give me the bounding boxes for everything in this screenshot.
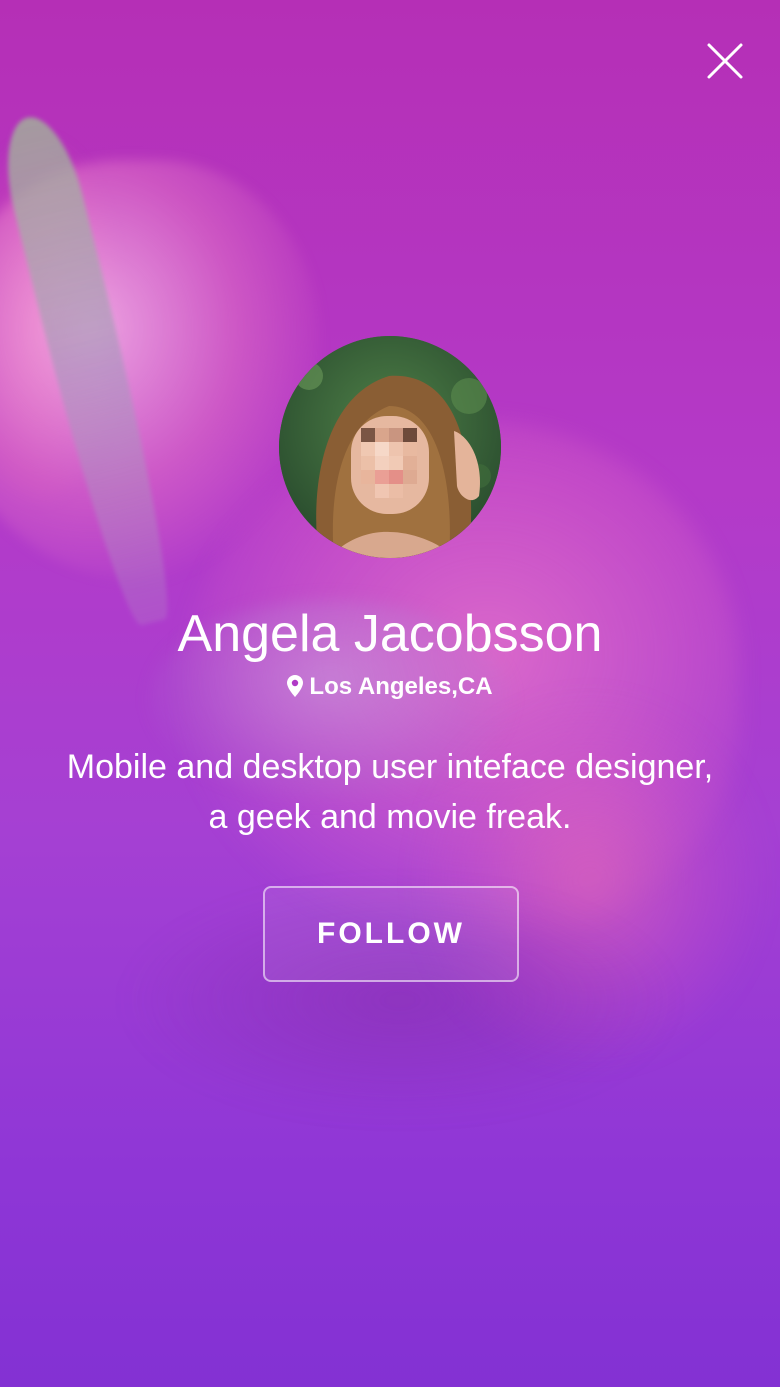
avatar	[279, 336, 501, 558]
profile-name: Angela Jacobsson	[177, 605, 603, 663]
background-petal	[0, 160, 320, 580]
bio-line: a geek and movie freak.	[208, 798, 572, 836]
background-leaf	[0, 109, 187, 631]
profile-screen: Angela Jacobsson Los Angeles,CA Mobile a…	[0, 0, 780, 1387]
bio-line: Mobile and desktop user inteface designe…	[66, 748, 714, 786]
profile-bio: Mobile and desktop user inteface designe…	[30, 742, 750, 842]
close-icon	[707, 43, 743, 79]
follow-button[interactable]: FOLLOW	[263, 886, 519, 982]
location-label: Los Angeles,CA	[309, 673, 493, 700]
location-pin-icon	[287, 675, 304, 705]
follow-button-label: FOLLOW	[317, 917, 465, 950]
close-button[interactable]	[702, 38, 748, 84]
background-petal	[0, 140, 120, 500]
profile-location: Los Angeles,CA	[0, 672, 780, 705]
